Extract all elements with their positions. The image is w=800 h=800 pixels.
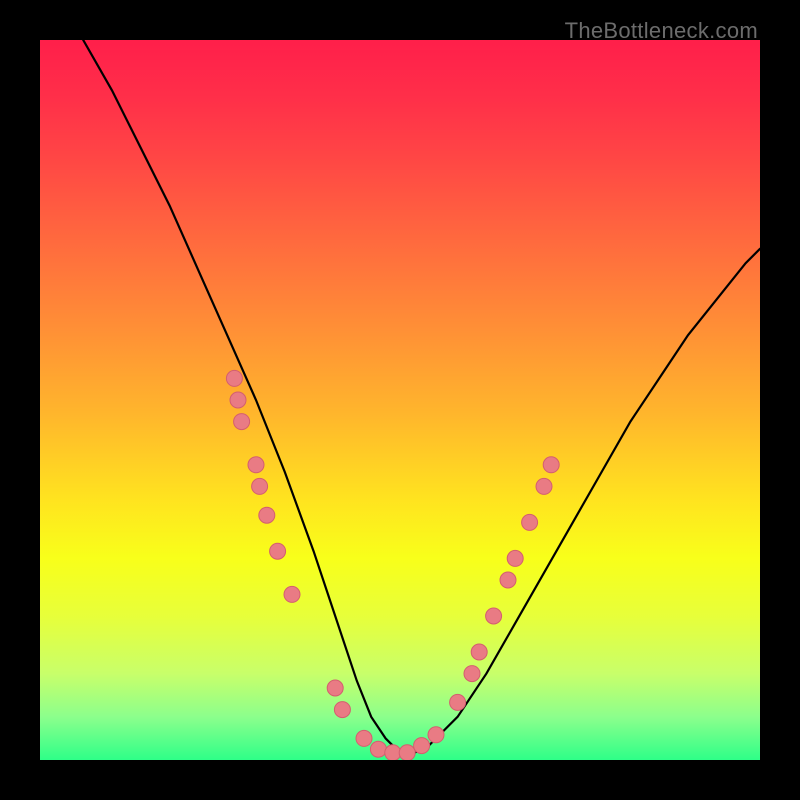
data-point	[284, 586, 300, 602]
data-point	[334, 702, 350, 718]
data-point	[370, 741, 386, 757]
data-point	[399, 745, 415, 760]
data-point	[464, 666, 480, 682]
data-point	[270, 543, 286, 559]
data-point	[471, 644, 487, 660]
data-point	[356, 730, 372, 746]
data-point	[226, 370, 242, 386]
data-point	[327, 680, 343, 696]
data-point	[385, 745, 401, 760]
data-point	[507, 550, 523, 566]
data-point	[248, 457, 264, 473]
data-point	[414, 738, 430, 754]
data-point	[234, 414, 250, 430]
data-point	[230, 392, 246, 408]
data-points-group	[226, 370, 559, 760]
chart-frame: TheBottleneck.com	[0, 0, 800, 800]
data-point	[522, 514, 538, 530]
bottleneck-curve	[83, 40, 760, 753]
data-point	[486, 608, 502, 624]
chart-svg	[40, 40, 760, 760]
data-point	[252, 478, 268, 494]
data-point	[536, 478, 552, 494]
data-point	[428, 727, 444, 743]
data-point	[543, 457, 559, 473]
data-point	[500, 572, 516, 588]
data-point	[259, 507, 275, 523]
data-point	[450, 694, 466, 710]
